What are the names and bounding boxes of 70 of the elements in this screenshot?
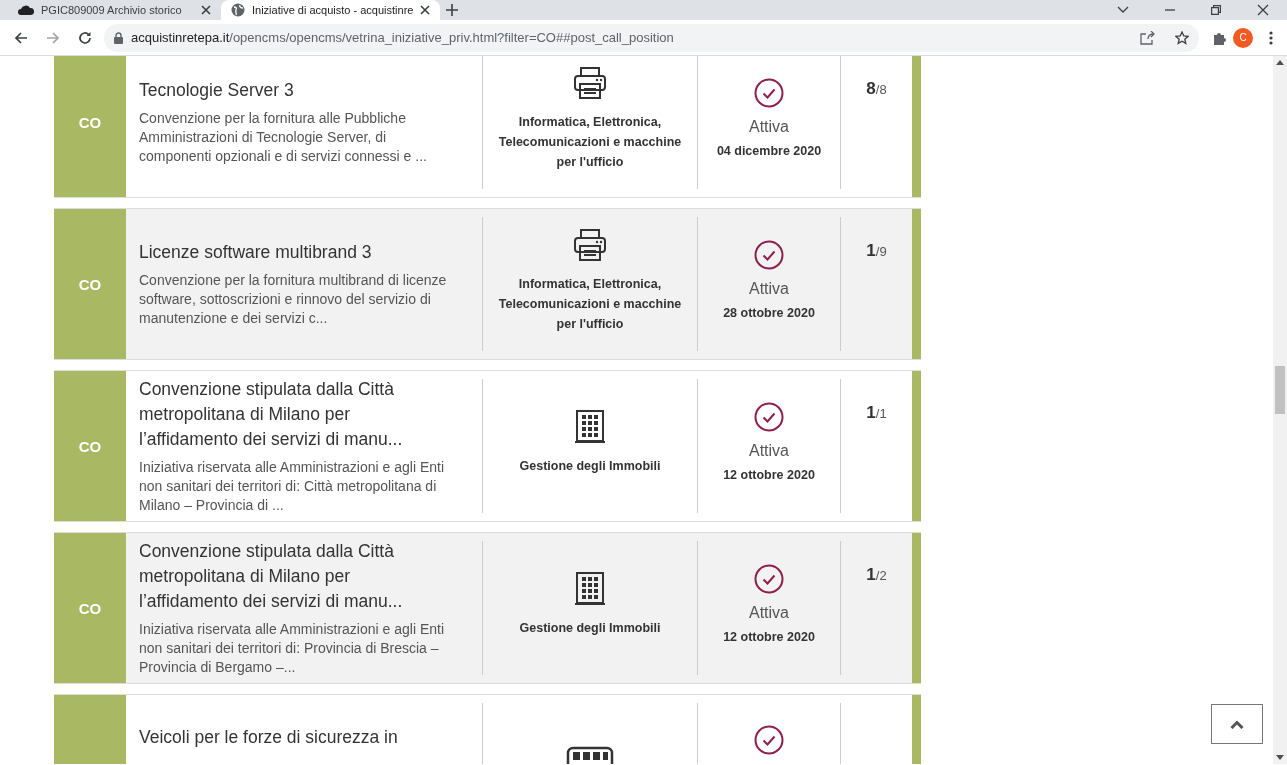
check-circle-icon: [754, 564, 784, 594]
globe-icon: [231, 3, 245, 17]
close-icon[interactable]: [201, 5, 211, 15]
puzzle-icon[interactable]: [1213, 30, 1227, 45]
status-label: Attiva: [749, 280, 789, 298]
scroll-up-icon[interactable]: [1276, 60, 1284, 65]
scrollbar-thumb[interactable]: [1275, 366, 1285, 414]
lot-count: 1/9: [866, 241, 887, 261]
status-label: Attiva: [749, 442, 789, 460]
check-circle-icon: [754, 78, 784, 108]
date-label: 04 dicembre 2020: [716, 144, 822, 158]
browser-tab[interactable]: Iniziative di acquisto - acquistinre: [221, 0, 441, 20]
initiative-card[interactable]: [54, 532, 921, 684]
address-bar[interactable]: acquistinretepa.it/opencms/opencms/vetrina_iniziative_priv.html?filter=CO##post_call_position: [104, 23, 1199, 52]
type-badge: CO: [54, 533, 126, 683]
initiative-card[interactable]: Veicoli per le forze di sicurezza in: [54, 694, 921, 764]
category-label: Gestione degli Immobili: [518, 458, 662, 475]
initiative-card[interactable]: [54, 370, 921, 522]
chevron-up-icon: [1230, 719, 1244, 729]
back-arrow-icon[interactable]: [14, 30, 28, 45]
category-label: Gestione degli Immobili: [518, 620, 662, 637]
lock-icon: [114, 31, 123, 44]
scrollbar[interactable]: [1273, 56, 1287, 764]
printer-icon: [572, 64, 608, 100]
reload-icon[interactable]: [78, 30, 92, 45]
initiative-description: Iniziativa riservata alle Amministrazioni e agli Enti non sanitari dei territori di: Città metropolitana di Milano – Provincia di ...: [139, 458, 445, 515]
initiative-title[interactable]: Convenzione stipulata dalla Città metropolitana di Milano per l’affidamento dei servizi di manu...: [139, 377, 452, 452]
lot-count: 1/2: [866, 565, 887, 585]
initiative-card[interactable]: [54, 208, 921, 360]
initiative-card[interactable]: [54, 56, 921, 198]
check-circle-icon: [754, 240, 784, 270]
printer-icon: [572, 226, 608, 262]
menu-icon[interactable]: [1269, 30, 1273, 45]
date-label: 12 ottobre 2020: [723, 630, 815, 644]
type-badge: CO: [54, 371, 126, 521]
url-text: acquistinretepa.it/opencms/opencms/vetrina_iniziative_priv.html?filter=CO##post_call_position: [131, 30, 675, 45]
date-label: 12 ottobre 2020: [723, 468, 815, 482]
chevron-down-icon[interactable]: [1117, 6, 1129, 14]
scroll-down-icon[interactable]: [1276, 755, 1284, 760]
type-badge: CO: [54, 209, 126, 359]
star-icon[interactable]: [1175, 30, 1189, 45]
initiative-title[interactable]: Veicoli per le forze di sicurezza in: [139, 725, 452, 750]
new-tab-icon[interactable]: [446, 4, 459, 16]
restore-icon[interactable]: [1211, 5, 1221, 15]
check-circle-icon: [754, 725, 784, 755]
date-label: 28 ottobre 2020: [723, 306, 815, 320]
initiative-title[interactable]: Tecnologie Server 3: [139, 78, 452, 103]
category-label: Informatica, Elettronica, Telecomunicazioni e macchine per l'ufficio: [497, 114, 683, 171]
type-badge: CO: [54, 56, 126, 197]
back-to-top-button[interactable]: [1211, 704, 1263, 744]
status-label: Attiva: [749, 604, 789, 622]
close-icon[interactable]: [1257, 4, 1269, 16]
cloud-icon: [18, 5, 34, 15]
initiative-description: Convenzione per la fornitura multibrand di licenze software, sottoscrizioni e rinnovo del servizio di manutenzione e dei servizi c...: [139, 271, 448, 328]
tab-title: PGIC809009 Archivio storico: [41, 4, 183, 16]
initiative-title[interactable]: Convenzione stipulata dalla Città metropolitana di Milano per l’affidamento dei servizi di manu...: [139, 539, 452, 614]
browser-tab[interactable]: PGIC809009 Archivio storico: [8, 0, 221, 20]
share-icon[interactable]: [1140, 30, 1155, 45]
check-circle-icon: [754, 402, 784, 432]
lot-count: 8/8: [866, 79, 887, 99]
initiative-description: Iniziativa riservata alle Amministrazioni e agli Enti non sanitari dei territori di: Provincia di Brescia – Provincia di Bergamo –...: [139, 620, 445, 677]
lot-count: 1/1: [866, 403, 887, 423]
initiative-title[interactable]: Licenze software multibrand 3: [139, 240, 452, 265]
close-icon[interactable]: [420, 5, 431, 15]
category-label: Informatica, Elettronica, Telecomunicazioni e macchine per l'ufficio: [497, 276, 683, 333]
initiative-description: Convenzione per la fornitura alle Pubbliche Amministrazioni di Tecnologie Server, di componenti opzionali e di servizi connessi e ...: [139, 109, 428, 166]
status-label: Attiva: [749, 118, 789, 136]
tab-title: Iniziative di acquisto - acquistinre: [252, 4, 414, 16]
building-icon: [574, 409, 606, 443]
building-icon: [574, 571, 606, 605]
